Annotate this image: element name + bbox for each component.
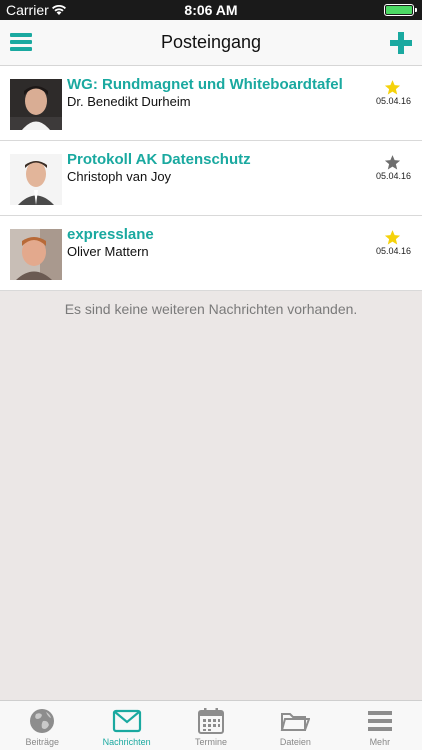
avatar (10, 229, 62, 280)
message-date: 05.04.16 (375, 96, 411, 106)
calendar-icon (198, 708, 225, 734)
tab-label: Mehr (369, 737, 391, 747)
message-sender: Dr. Benedikt Durheim (67, 94, 191, 109)
message-sender: Oliver Mattern (67, 244, 149, 259)
message-date: 05.04.16 (375, 246, 411, 256)
message-list: WG: Rundmagnet und Whiteboardtafel Dr. B… (0, 66, 422, 291)
message-row[interactable]: Protokoll AK Datenschutz Christoph van J… (0, 141, 422, 216)
message-row[interactable]: expresslane Oliver Mattern 05.04.16 (0, 216, 422, 291)
tab-label: Dateien (279, 737, 311, 747)
tab-label: Nachrichten (102, 737, 151, 747)
message-row[interactable]: WG: Rundmagnet und Whiteboardtafel Dr. B… (0, 66, 422, 141)
folder-icon (281, 713, 311, 731)
empty-list-note: Es sind keine weiteren Nachrichten vorha… (64, 301, 358, 317)
clock: 8:06 AM (184, 2, 238, 18)
tab-nachrichten[interactable]: Nachrichten (84, 701, 168, 750)
tab-beitraege[interactable]: Beiträge (0, 701, 84, 750)
menu-icon (367, 711, 392, 731)
message-subject: WG: Rundmagnet und Whiteboardtafel (67, 76, 343, 93)
add-message-button[interactable] (390, 32, 412, 54)
globe-icon (30, 709, 55, 733)
tab-mehr[interactable]: Mehr (338, 701, 422, 750)
avatar (10, 79, 62, 130)
status-bar: Carrier 8:06 AM (0, 0, 422, 20)
tab-label: Beiträge (25, 737, 59, 747)
battery-icon (384, 4, 417, 16)
message-subject: Protokoll AK Datenschutz (67, 151, 251, 168)
star-icon[interactable] (384, 154, 401, 171)
navigation-bar: Posteingang (0, 20, 422, 66)
message-sender: Christoph van Joy (67, 169, 172, 184)
message-date: 05.04.16 (375, 171, 411, 181)
page-title: Posteingang (160, 32, 262, 52)
tab-dateien[interactable]: Dateien (253, 701, 337, 750)
envelope-icon (112, 709, 141, 733)
tab-termine[interactable]: Termine (169, 701, 253, 750)
message-subject: expresslane (67, 226, 154, 243)
tab-label: Termine (195, 737, 228, 747)
star-icon[interactable] (384, 229, 401, 246)
tab-bar: Beiträge Nachrichten Termine Dateien Meh… (0, 700, 422, 750)
star-icon[interactable] (384, 79, 401, 96)
avatar (10, 154, 62, 205)
